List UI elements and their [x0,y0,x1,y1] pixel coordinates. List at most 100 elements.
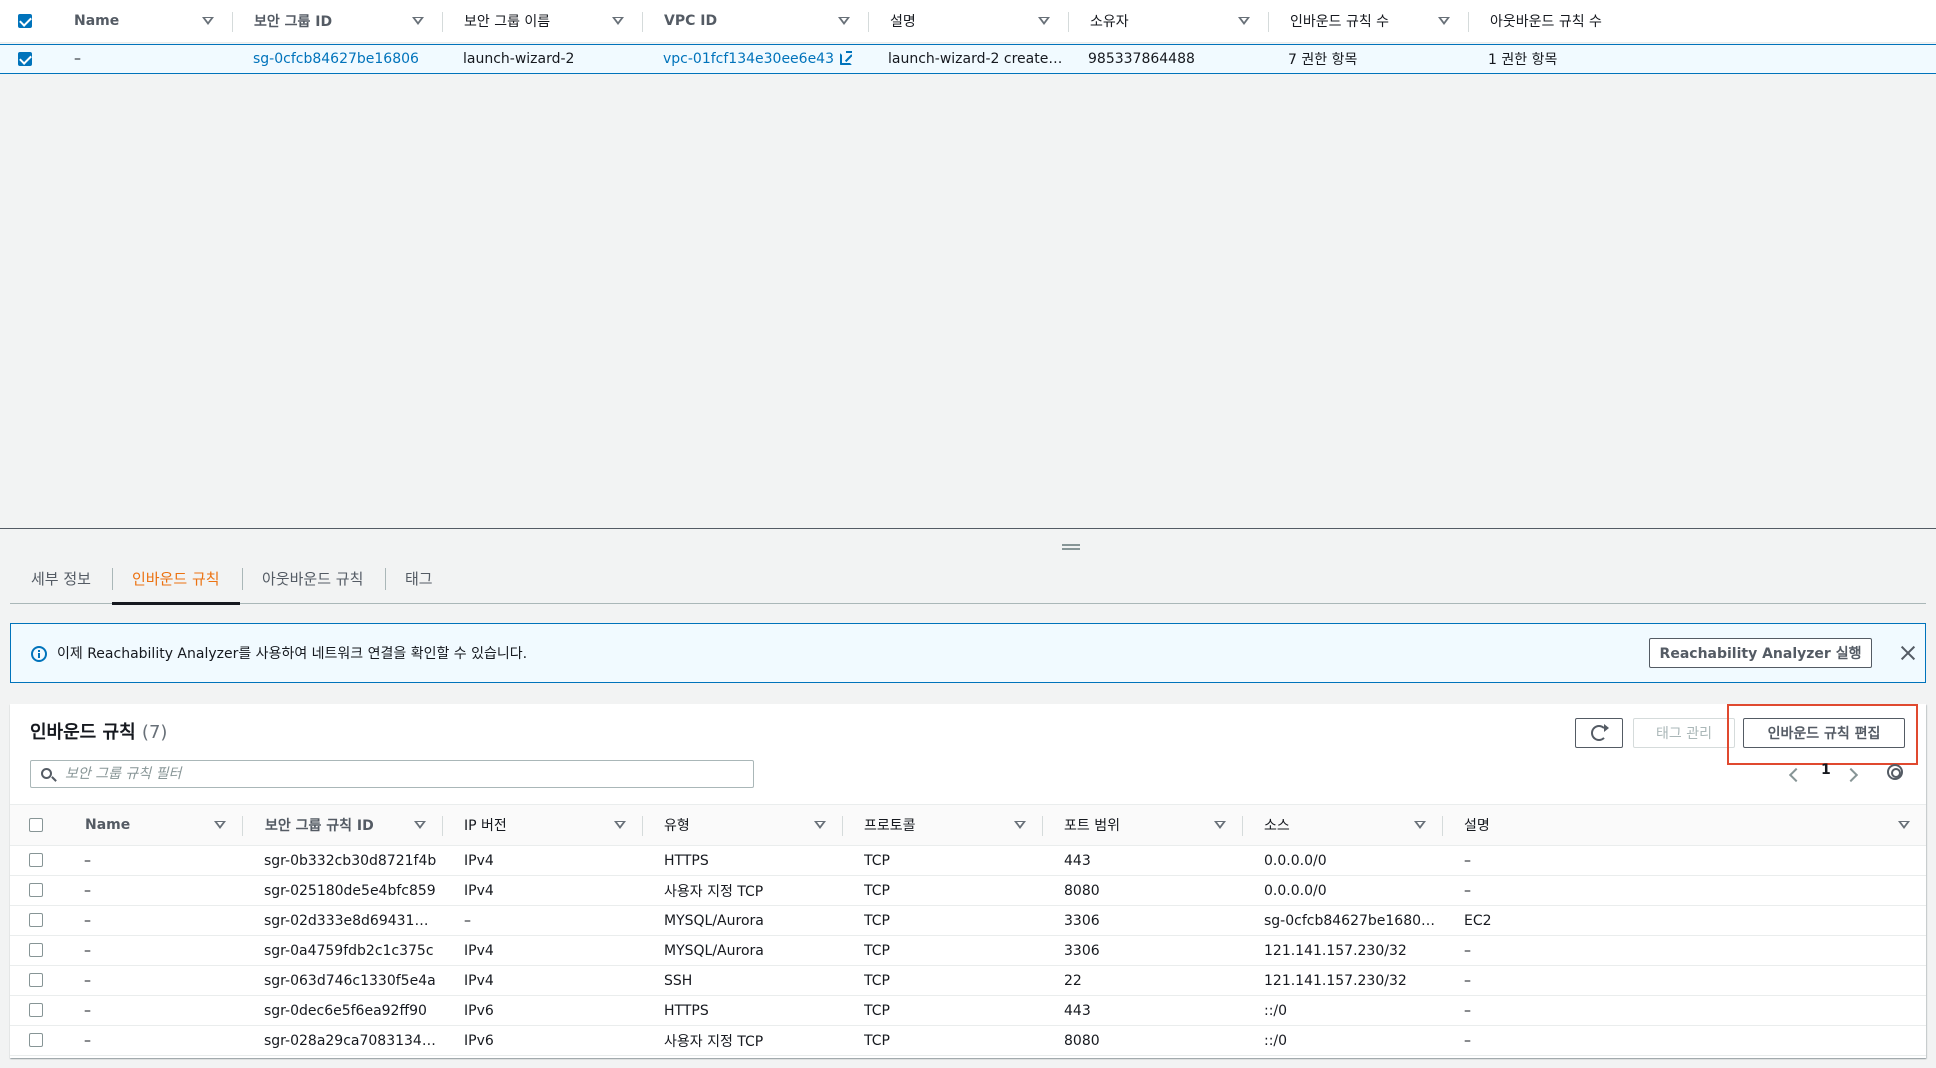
column-header-sg-id[interactable]: 보안 그룹 ID [254,0,332,42]
select-all-checkbox[interactable] [18,14,32,28]
rule-protocol: TCP [864,1002,890,1019]
row-checkbox[interactable] [29,913,43,927]
column-header-inbound-count[interactable]: 인바운드 규칙 수 [1290,0,1389,42]
security-group-row[interactable]: – sg-0cfcb84627be16806 launch-wizard-2 v… [0,44,1936,74]
rule-type: HTTPS [664,852,709,869]
rule-id: sgr-02d333e8d69431… [264,912,429,929]
rule-id: sgr-0b332cb30d8721f4b [264,852,437,869]
table-row[interactable]: – sgr-0a4759fdb2c1c375c IPv4 MYSQL/Aurora TC… [10,936,1926,966]
column-header-vpc-id[interactable]: VPC ID [664,0,717,42]
rule-ip-version: IPv4 [464,942,494,959]
column-header-port-range[interactable]: 포트 범위 [1064,805,1120,845]
column-divider[interactable] [442,12,443,32]
close-icon[interactable] [1899,644,1917,662]
tab-outbound-rules[interactable]: 아웃바운드 규칙 [262,552,363,604]
sort-icon[interactable] [202,17,214,25]
rules-filter[interactable] [30,760,754,788]
column-header-rule-id[interactable]: 보안 그룹 규칙 ID [265,805,374,845]
tab-separator [242,568,243,590]
rule-description: EC2 [1464,912,1492,929]
table-row[interactable]: – sgr-02d333e8d69431… – MYSQL/Aurora TCP 3306… [10,906,1926,936]
table-row[interactable]: – sgr-063d746c1330f5e4a IPv4 SSH TCP 22 121.14… [10,966,1926,996]
manage-tags-button[interactable]: 태그 관리 [1633,718,1735,748]
row-inbound-count: 7 권한 항목 [1288,52,1358,68]
page-number[interactable]: 1 [1821,762,1831,778]
column-divider[interactable] [242,816,243,836]
row-checkbox[interactable] [29,1003,43,1017]
drag-handle-icon[interactable] [1062,544,1080,550]
column-divider[interactable] [1242,816,1243,836]
column-header-owner[interactable]: 소유자 [1090,0,1129,42]
select-all-rules-checkbox[interactable] [29,818,43,832]
column-header-ip-version[interactable]: IP 버전 [464,805,507,845]
column-divider[interactable] [868,12,869,32]
sort-icon[interactable] [1214,821,1226,829]
rule-source: 0.0.0.0/0 [1264,852,1327,869]
sort-icon[interactable] [814,821,826,829]
rule-type: 사용자 지정 TCP [664,1033,764,1050]
row-checkbox[interactable] [29,1033,43,1047]
external-link-icon[interactable] [840,51,853,65]
column-header-source[interactable]: 소스 [1264,805,1290,845]
column-header-name[interactable]: Name [85,805,130,845]
row-checkbox[interactable] [18,52,32,66]
column-divider[interactable] [642,816,643,836]
rule-description: – [1464,1032,1471,1049]
sort-icon[interactable] [838,17,850,25]
table-row[interactable]: – sgr-025180de5e4bfc859 IPv4 사용자 지정 TCP TCP 8… [10,876,1926,906]
sort-icon[interactable] [1438,17,1450,25]
sg-id-link[interactable]: sg-0cfcb84627be16806 [253,45,419,73]
sort-icon[interactable] [412,17,424,25]
sort-icon[interactable] [1038,17,1050,25]
sort-icon[interactable] [214,821,226,829]
sort-icon[interactable] [1238,17,1250,25]
inbound-rules-panel: 인바운드 규칙 (7) 태그 관리 인바운드 규칙 편집 1 Name 보안 그… [10,704,1926,1058]
column-divider[interactable] [1268,12,1269,32]
column-divider[interactable] [1442,816,1443,836]
row-checkbox[interactable] [29,973,43,987]
rule-ip-version: – [464,912,471,929]
sort-icon[interactable] [1898,821,1910,829]
vpc-id-text[interactable]: vpc-01fcf134e30ee6e43 [663,51,834,67]
reachability-analyzer-button[interactable]: Reachability Analyzer 실행 [1649,638,1872,668]
column-divider[interactable] [1042,816,1043,836]
column-divider[interactable] [1068,12,1069,32]
sort-icon[interactable] [612,17,624,25]
column-header-protocol[interactable]: 프로토콜 [864,805,916,845]
table-row[interactable]: – sgr-028a29ca7083134… IPv6 사용자 지정 TCP TCP 80… [10,1026,1926,1056]
tab-details[interactable]: 세부 정보 [31,552,91,604]
detail-tabs: 세부 정보 인바운드 규칙 아웃바운드 규칙 태그 [10,552,1926,605]
search-input[interactable] [65,761,745,787]
rule-description: – [1464,972,1471,989]
tab-tags[interactable]: 태그 [405,552,433,604]
refresh-button[interactable] [1575,718,1623,748]
gear-icon[interactable] [1887,764,1903,780]
table-row[interactable]: – sgr-0b332cb30d8721f4b IPv4 HTTPS TCP 443 0.0… [10,846,1926,876]
tab-inbound-rules[interactable]: 인바운드 규칙 [112,552,240,605]
vpc-id-link[interactable]: vpc-01fcf134e30ee6e43 [663,45,853,73]
row-checkbox[interactable] [29,943,43,957]
sort-icon[interactable] [1414,821,1426,829]
column-divider[interactable] [232,12,233,32]
table-row[interactable]: – sgr-0dec6e5f6ea92ff90 IPv6 HTTPS TCP 443::/… [10,996,1926,1026]
chevron-left-icon[interactable] [1788,767,1804,783]
rule-id: sgr-028a29ca7083134… [264,1032,436,1049]
row-outbound-count: 1 권한 항목 [1488,52,1558,68]
row-checkbox[interactable] [29,853,43,867]
column-header-type[interactable]: 유형 [664,805,690,845]
column-header-description[interactable]: 설명 [1464,805,1490,845]
sort-icon[interactable] [414,821,426,829]
column-header-name[interactable]: Name [74,0,119,42]
chevron-right-icon[interactable] [1843,767,1859,783]
column-header-outbound-count[interactable]: 아웃바운드 규칙 수 [1490,0,1602,42]
column-divider[interactable] [642,12,643,32]
column-divider[interactable] [442,816,443,836]
sort-icon[interactable] [614,821,626,829]
column-header-sg-name[interactable]: 보안 그룹 이름 [464,0,550,42]
column-header-description[interactable]: 설명 [890,0,916,42]
column-divider[interactable] [842,816,843,836]
sort-icon[interactable] [1014,821,1026,829]
rule-description: – [1464,852,1471,869]
row-checkbox[interactable] [29,883,43,897]
column-divider[interactable] [1468,12,1469,32]
